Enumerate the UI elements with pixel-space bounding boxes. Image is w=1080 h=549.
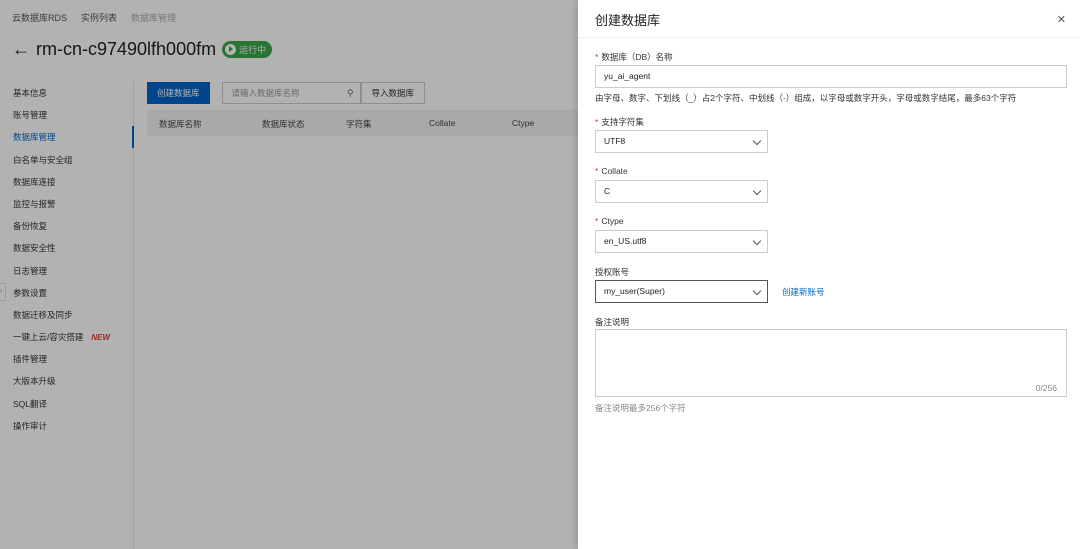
close-icon[interactable]: ✕ (1057, 13, 1066, 26)
charset-label: * 支持字符集 (595, 116, 644, 128)
ctype-select[interactable]: en_US.utf8 (595, 230, 768, 253)
collate-label: * Collate (595, 166, 628, 176)
remark-counter: 0/256 (1035, 383, 1057, 393)
create-database-drawer: 创建数据库 ✕ * 数据库（DB）名称 yu_ai_agent 由字母、数字、下划… (578, 0, 1080, 549)
db-name-help: 由字母、数字、下划线（_）占2个字符、中划线（-）组成，以字母或数字开头，字母或… (595, 93, 1017, 103)
drawer-header: 创建数据库 ✕ (578, 0, 1080, 38)
charset-select[interactable]: UTF8 (595, 130, 768, 153)
db-name-label-text: 数据库（DB）名称 (601, 52, 673, 62)
ctype-label-text: Ctype (601, 216, 624, 226)
collate-value: C (604, 186, 611, 196)
required-mark: * (595, 52, 599, 62)
ctype-value: en_US.utf8 (604, 236, 647, 246)
chevron-down-icon (752, 136, 762, 146)
modal-overlay[interactable] (0, 0, 578, 549)
ctype-label: * Ctype (595, 216, 624, 226)
chevron-down-icon (752, 236, 762, 246)
required-mark: * (595, 166, 599, 176)
collate-label-text: Collate (601, 166, 628, 176)
chevron-down-icon (752, 186, 762, 196)
account-label: 授权账号 (595, 267, 630, 277)
account-select[interactable]: my_user(Super) (595, 280, 768, 303)
account-value: my_user(Super) (604, 286, 665, 296)
charset-value: UTF8 (604, 136, 626, 146)
remark-help: 备注说明最多256个字符 (595, 403, 686, 413)
collate-select[interactable]: C (595, 180, 768, 203)
db-name-label: * 数据库（DB）名称 (595, 51, 673, 63)
charset-label-text: 支持字符集 (601, 117, 644, 127)
required-mark: * (595, 117, 599, 127)
drawer-title: 创建数据库 (595, 13, 661, 28)
create-account-link[interactable]: 创建新账号 (782, 286, 825, 298)
chevron-down-icon (752, 286, 762, 296)
required-mark: * (595, 216, 599, 226)
remark-textarea[interactable]: 0/256 (595, 329, 1067, 397)
db-name-input[interactable]: yu_ai_agent (595, 65, 1067, 88)
remark-label: 备注说明 (595, 317, 630, 327)
